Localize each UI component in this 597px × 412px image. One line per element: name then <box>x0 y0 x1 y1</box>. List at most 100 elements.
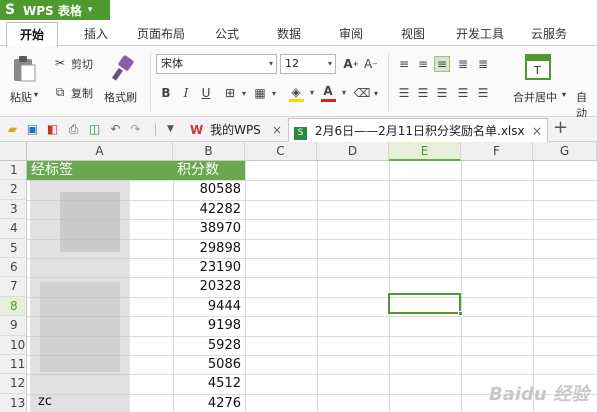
row-header-6[interactable]: 6 <box>0 258 27 278</box>
fill-color-button[interactable]: ◈ ▾ <box>288 84 318 104</box>
select-all-corner[interactable] <box>0 142 27 161</box>
doc-tab-home-label: 我的WPS <box>210 123 261 137</box>
app-menu-button[interactable]: S WPS 表格 ▾ <box>0 0 110 20</box>
tab-home[interactable]: 开始 <box>6 22 58 47</box>
column-header-b[interactable]: B <box>173 142 245 161</box>
italic-icon[interactable]: I <box>178 85 194 101</box>
open-folder-icon[interactable]: ▰ <box>5 122 20 137</box>
cell-a1[interactable]: 经标签 <box>27 161 173 180</box>
scissors-icon: ✂ <box>54 56 66 70</box>
font-color-button[interactable]: A ▾ <box>320 84 350 104</box>
cell-b7[interactable]: 20328 <box>173 277 245 296</box>
cell-b8[interactable]: 9444 <box>173 297 245 316</box>
doc-tab-file[interactable]: S 2月6日——2月11日积分奖励名单.xlsx × <box>288 118 548 142</box>
align-middle-icon[interactable]: ≡ <box>415 56 431 72</box>
grow-font-icon[interactable]: A + <box>343 56 359 72</box>
row-header-7[interactable]: 7 <box>0 277 27 297</box>
align-top-icon[interactable]: ≡ <box>396 56 412 72</box>
shrink-font-icon[interactable]: A − <box>363 56 379 72</box>
cell-b13[interactable]: 4276 <box>173 394 245 412</box>
tab-developer[interactable]: 开发工具 <box>448 22 512 46</box>
row-header-2[interactable]: 2 <box>0 180 27 200</box>
wps-w-icon: W <box>190 123 204 137</box>
cell-b11[interactable]: 5086 <box>173 355 245 374</box>
tab-page-layout[interactable]: 页面布局 <box>132 22 190 46</box>
tab-review[interactable]: 审阅 <box>329 22 373 46</box>
print-preview-icon[interactable]: ◫ <box>87 122 102 137</box>
svg-text:T: T <box>533 64 541 77</box>
row-header-1[interactable]: 1 <box>0 161 27 181</box>
row-header-11[interactable]: 11 <box>0 355 27 375</box>
chevron-down-icon: ▾ <box>309 87 314 97</box>
orientation-icon[interactable]: ≣ <box>455 56 471 72</box>
customize-toolbar-icon[interactable]: ▼ <box>163 122 178 137</box>
separator: | <box>153 122 158 136</box>
font-name-select[interactable]: 宋体 ▾ <box>156 54 277 74</box>
blurred-names-region <box>60 192 120 252</box>
row-header-5[interactable]: 5 <box>0 238 27 258</box>
tab-data[interactable]: 数据 <box>267 22 311 46</box>
chevron-down-icon[interactable]: ▾ <box>266 85 282 101</box>
bold-icon[interactable]: B <box>158 85 174 101</box>
align-center-icon[interactable]: ☰ <box>415 85 431 101</box>
save-icon[interactable]: ▣ <box>25 122 40 137</box>
paste-button[interactable]: 粘贴 ▾ <box>6 53 42 109</box>
column-header-e[interactable]: E <box>389 142 461 161</box>
tab-formula[interactable]: 公式 <box>205 22 249 46</box>
align-left-icon[interactable]: ☰ <box>396 85 412 101</box>
cell-b1[interactable]: 积分数 <box>173 161 245 180</box>
distribute-icon[interactable]: ☰ <box>475 85 491 101</box>
tab-view[interactable]: 视图 <box>391 22 435 46</box>
tab-cloud[interactable]: 云服务 <box>522 22 576 46</box>
cell-b3[interactable]: 42282 <box>173 200 245 219</box>
row-header-9[interactable]: 9 <box>0 316 27 336</box>
merge-center-button[interactable]: T 合并居中 ▾ <box>510 53 566 109</box>
column-header-c[interactable]: C <box>245 142 317 161</box>
row-header-4[interactable]: 4 <box>0 219 27 239</box>
cell-b2[interactable]: 80588 <box>173 180 245 199</box>
row-header-13[interactable]: 13 <box>0 393 27 412</box>
print-icon[interactable]: ⎙ <box>66 122 81 137</box>
close-icon[interactable]: × <box>532 119 542 143</box>
close-icon[interactable]: × <box>272 118 282 142</box>
cell-b6[interactable]: 23190 <box>173 258 245 277</box>
brush-icon <box>111 55 134 81</box>
cell-b12[interactable]: 4512 <box>173 374 245 393</box>
cell-a13[interactable]: zc <box>38 394 52 409</box>
row-header-3[interactable]: 3 <box>0 199 27 220</box>
column-header-a[interactable]: A <box>27 142 173 161</box>
indent-icon[interactable]: ≣ <box>475 56 491 72</box>
font-size-select[interactable]: 12 ▾ <box>280 54 336 74</box>
cell-b5[interactable]: 29898 <box>173 239 245 258</box>
paste-label: 粘贴 <box>10 91 32 104</box>
chevron-down-icon[interactable]: ▾ <box>368 85 384 101</box>
format-painter-button[interactable]: 格式刷 <box>104 53 144 109</box>
copy-button[interactable]: ⧉ 复制 <box>52 84 100 102</box>
column-header-f[interactable]: F <box>461 142 533 161</box>
underline-icon[interactable]: U <box>198 85 214 101</box>
justify-icon[interactable]: ☰ <box>455 85 471 101</box>
active-cell-e8[interactable] <box>388 293 463 316</box>
cell-b9[interactable]: 9198 <box>173 316 245 335</box>
undo-icon[interactable]: ↶ <box>108 122 123 137</box>
row-header-10[interactable]: 10 <box>0 335 27 355</box>
chevron-down-icon[interactable]: ▾ <box>236 85 252 101</box>
cell-b10[interactable]: 5928 <box>173 336 245 355</box>
column-header-d[interactable]: D <box>317 142 389 161</box>
wps-window: S WPS 表格 ▾ 开始 插入 页面布局 公式 数据 审阅 视图 开发工具 云… <box>0 0 597 412</box>
export-pdf-icon[interactable]: ◧ <box>45 122 60 137</box>
align-bottom-icon[interactable]: ≡ <box>434 56 450 72</box>
fill-handle[interactable] <box>458 311 463 316</box>
redo-icon[interactable]: ↷ <box>128 122 143 137</box>
align-right-icon[interactable]: ☰ <box>434 85 450 101</box>
doc-tab-home[interactable]: W 我的WPS × <box>186 118 286 142</box>
cell-b4[interactable]: 38970 <box>173 219 245 238</box>
cut-button[interactable]: ✂ 剪切 <box>52 55 100 73</box>
row-header-8[interactable]: 8 <box>0 296 27 317</box>
chevron-down-icon: ▾ <box>562 90 567 99</box>
tab-insert[interactable]: 插入 <box>70 22 122 46</box>
spreadsheet-grid[interactable]: A B C D E F G 1 2 80588 3 42282 4 38970 5 29898 6… <box>0 142 597 412</box>
row-header-12[interactable]: 12 <box>0 374 27 394</box>
column-header-g[interactable]: G <box>533 142 597 161</box>
new-tab-icon[interactable]: + <box>553 119 568 137</box>
